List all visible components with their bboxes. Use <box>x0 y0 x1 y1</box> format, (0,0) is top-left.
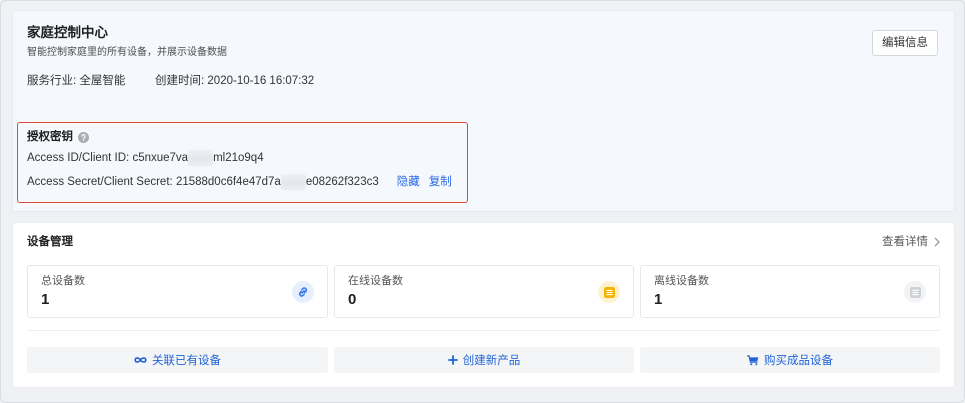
stat-value: 1 <box>41 291 50 308</box>
question-circle-icon[interactable] <box>78 131 89 143</box>
view-details-label: 查看详情 <box>882 236 928 248</box>
buy-device-button[interactable]: 购买成品设备 <box>640 347 940 373</box>
industry-value: 全屋智能 <box>79 75 126 87</box>
auth-key-panel: 授权密钥 Access ID/Client ID: c5nxue7va ml21o… <box>17 122 468 203</box>
access-id-label: Access ID/Client ID: <box>27 152 130 164</box>
industry-label: 服务行业: <box>27 75 77 87</box>
access-secret-prefix: 21588d0c6f4e47d7a <box>175 176 281 188</box>
page-title: 家庭控制中心 <box>27 25 108 40</box>
edit-info-button[interactable]: 编辑信息 <box>872 30 938 56</box>
created-time-info: 创建时间: 2020-10-16 16:07:32 <box>155 73 314 89</box>
redacted-mask <box>280 174 306 190</box>
list-icon-glyph <box>603 286 615 298</box>
plus-icon <box>447 355 458 365</box>
app-info-card: 家庭控制中心 智能控制家庭里的所有设备，并展示设备数据 服务行业: 全屋智能 创… <box>12 10 955 212</box>
link-existing-device-button[interactable]: 关联已有设备 <box>27 347 328 373</box>
hide-secret-link[interactable]: 隐藏 <box>397 176 420 188</box>
access-id-row: Access ID/Client ID: c5nxue7va ml21o9q4 <box>27 150 264 166</box>
link-icon <box>292 281 314 303</box>
access-secret-suffix: e08262f323c3 <box>305 176 379 188</box>
access-secret-row: Access Secret/Client Secret: 21588d0c6f4… <box>27 174 452 190</box>
access-secret-label: Access Secret/Client Secret: <box>27 176 173 188</box>
action-label: 关联已有设备 <box>152 355 221 367</box>
stat-label: 在线设备数 <box>348 275 403 287</box>
redacted-mask <box>188 150 214 166</box>
infinity-link-icon <box>134 356 147 364</box>
created-label: 创建时间: <box>155 75 205 87</box>
industry-info: 服务行业: 全屋智能 <box>27 73 125 89</box>
stat-value: 0 <box>348 291 357 308</box>
page-subtitle: 智能控制家庭里的所有设备，并展示设备数据 <box>27 47 227 58</box>
link-icon-glyph <box>297 286 309 298</box>
device-management-card: 设备管理 查看详情 总设备数 1 在线设备数 0 离线设备数 1 关联已有设备 … <box>12 222 955 388</box>
create-product-button[interactable]: 创建新产品 <box>334 347 634 373</box>
view-details-link[interactable]: 查看详情 <box>882 234 940 250</box>
list-icon <box>904 281 926 303</box>
copy-secret-link[interactable]: 复制 <box>429 176 452 188</box>
device-management-title: 设备管理 <box>27 236 73 248</box>
auth-key-heading: 授权密钥 <box>27 129 89 145</box>
stat-online-devices: 在线设备数 0 <box>334 265 634 318</box>
access-id-suffix: ml21o9q4 <box>213 152 264 164</box>
created-value: 2020-10-16 16:07:32 <box>207 75 315 87</box>
divider <box>27 330 940 331</box>
stat-label: 离线设备数 <box>654 275 709 287</box>
stat-offline-devices: 离线设备数 1 <box>640 265 940 318</box>
list-icon <box>598 281 620 303</box>
list-icon-glyph <box>909 286 921 298</box>
access-id-prefix: c5nxue7va <box>132 152 189 164</box>
auth-key-title: 授权密钥 <box>27 131 73 143</box>
stat-value: 1 <box>654 291 663 308</box>
cart-icon <box>747 354 759 366</box>
action-label: 购买成品设备 <box>764 355 833 367</box>
stat-total-devices: 总设备数 1 <box>27 265 328 318</box>
stat-label: 总设备数 <box>41 275 85 287</box>
action-label: 创建新产品 <box>462 355 521 367</box>
chevron-right-icon <box>934 237 940 247</box>
